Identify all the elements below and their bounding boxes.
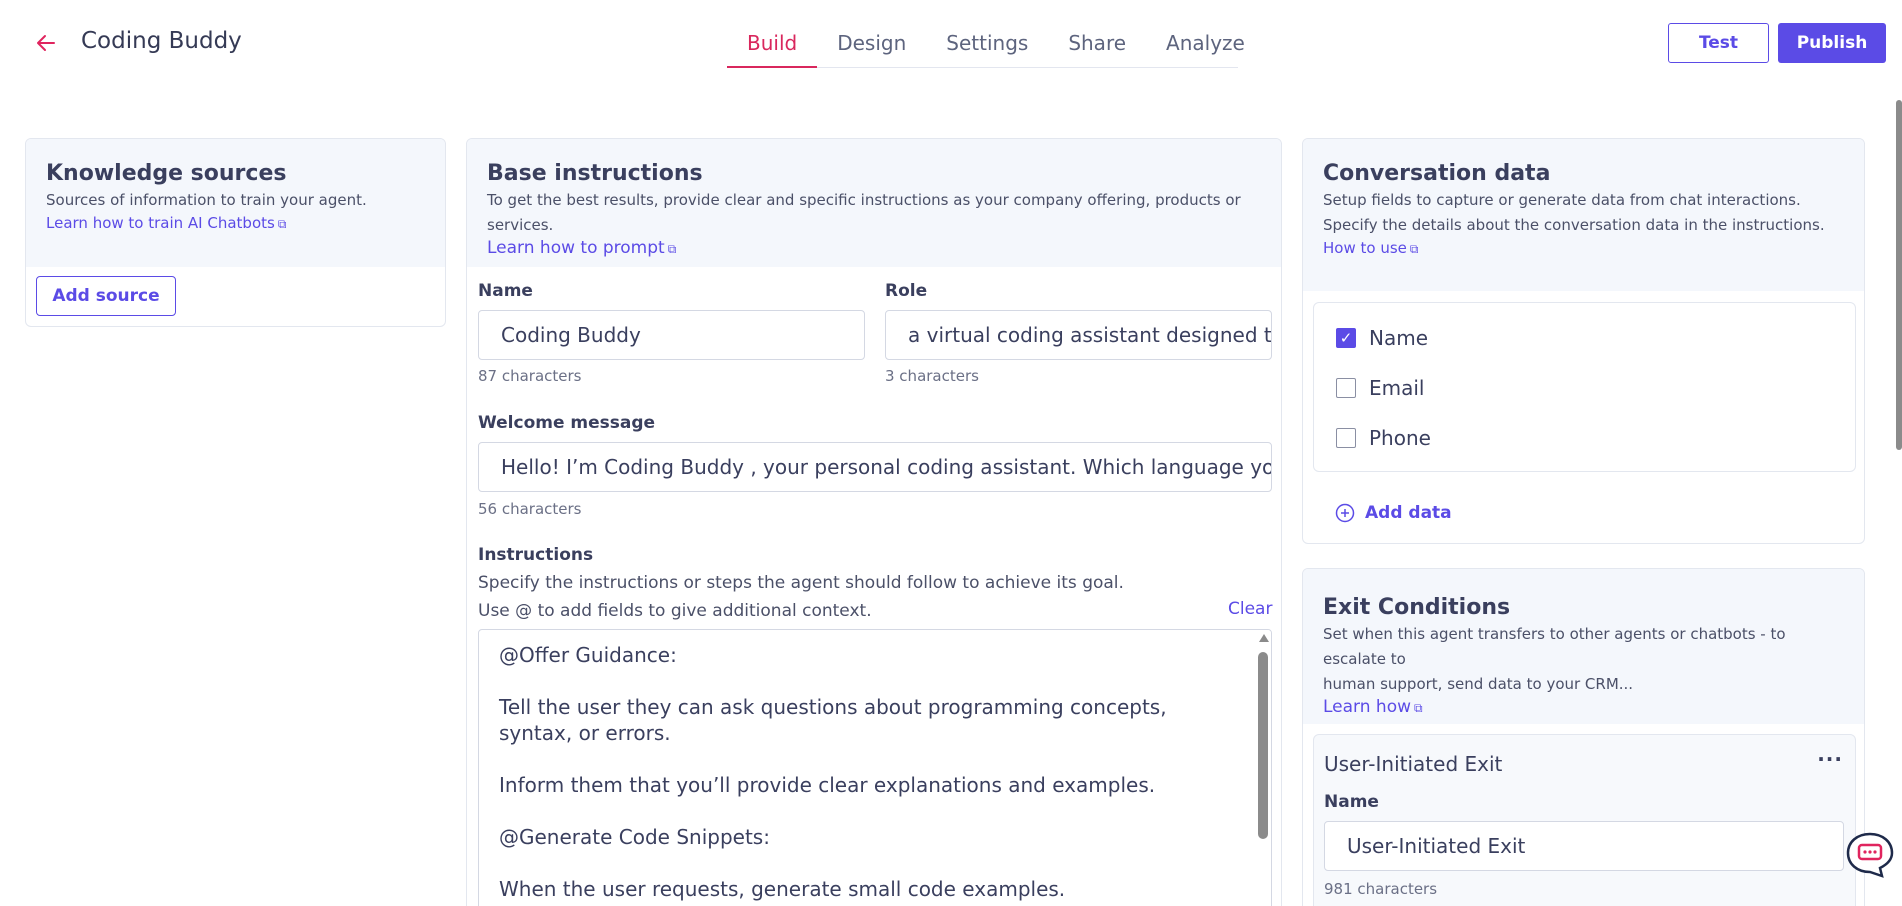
instruction-line: ​ [499,668,1234,694]
plus-circle-icon [1335,503,1355,523]
learn-to-prompt-link[interactable]: Learn how to prompt ⧉ [487,238,676,258]
base-instructions-panel: Base instructions To get the best result… [466,138,1282,906]
instructions-help-1: Specify the instructions or steps the ag… [478,573,1124,593]
test-button[interactable]: Test [1668,23,1769,63]
add-data-button[interactable]: Add data [1335,500,1452,526]
instruction-line: Tell the user they can ask questions abo… [499,695,1173,745]
tab-share[interactable]: Share [1048,22,1146,68]
exit-name-label: Name [1324,792,1379,812]
role-label: Role [885,281,928,301]
conversation-data-subtitle-2: Specify the details about the conversati… [1323,216,1825,234]
base-instructions-subtitle: To get the best results, provide clear a… [487,191,1241,234]
conversation-data-subtitle-1: Setup fields to capture or generate data… [1323,191,1801,209]
exit-conditions-panel: Exit Conditions Set when this agent tran… [1302,568,1865,906]
knowledge-subtitle: Sources of information to train your age… [46,191,367,209]
agent-title: Coding Buddy [81,28,242,54]
add-data-label: Add data [1365,503,1452,523]
external-link-icon: ⧉ [277,217,287,231]
instructions-help-2: Use @ to add fields to give additional c… [478,601,872,621]
instructions-content: @Offer Guidance: ​ Tell the user they ca… [499,642,1234,902]
external-link-icon: ⧉ [1414,701,1423,715]
scroll-up-arrow-icon[interactable] [1259,634,1269,642]
knowledge-sources-panel: Knowledge sources Sources of information… [25,138,446,327]
phone-checkbox[interactable] [1336,428,1356,448]
page-scrollbar[interactable] [1896,100,1902,450]
train-chatbots-link[interactable]: Learn how to train AI Chatbots ⧉ [46,214,286,232]
exit-conditions-subtitle-1: Set when this agent transfers to other a… [1323,625,1786,668]
learn-to-prompt-link-text: Learn how to prompt [487,238,665,258]
arrow-left-icon [37,35,55,51]
field-label-phone: Phone [1369,426,1431,450]
field-label-name: Name [1369,326,1429,350]
train-chatbots-link-text: Learn how to train AI Chatbots [46,214,275,232]
clear-instructions-link[interactable]: Clear [1228,599,1272,619]
role-char-count: 3 characters [885,367,979,385]
instruction-line: ​ [499,798,1234,824]
textarea-scroll-thumb[interactable] [1258,652,1268,839]
instructions-textarea[interactable]: @Offer Guidance: ​ Tell the user they ca… [478,629,1272,906]
instruction-line: @Offer Guidance: [499,643,677,667]
back-arrow-icon[interactable] [34,31,60,55]
welcome-char-count: 56 characters [478,500,582,518]
tab-settings[interactable]: Settings [926,22,1048,68]
role-input[interactable]: a virtual coding assistant designed to [885,310,1272,360]
instruction-line: Inform them that you’ll provide clear ex… [499,773,1156,797]
chat-support-button[interactable] [1844,830,1896,880]
textarea-scrollbar[interactable] [1255,630,1271,906]
exit-card-title: User-Initiated Exit [1324,752,1503,776]
how-to-use-link[interactable]: How to use ⧉ [1323,239,1418,257]
instructions-label: Instructions [478,545,594,565]
add-source-button[interactable]: Add source [36,276,176,316]
exit-learn-how-link[interactable]: Learn how ⧉ [1323,697,1423,717]
name-char-count: 87 characters [478,367,582,385]
name-input[interactable]: Coding Buddy [478,310,865,360]
exit-conditions-subtitle-2: human support, send data to your CRM... [1323,675,1634,693]
conversation-data-title: Conversation data [1323,161,1551,186]
name-label: Name [478,281,533,301]
instruction-line: When the user requests, generate small c… [499,877,1066,901]
instruction-line: ​ [499,746,1234,772]
knowledge-title: Knowledge sources [46,161,287,186]
more-options-icon[interactable]: ··· [1817,747,1843,771]
main-tabs: Build Design Settings Share Analyze [727,22,1245,68]
base-instructions-title: Base instructions [487,161,703,186]
conversation-data-panel: Conversation data Setup fields to captur… [1302,138,1865,544]
exit-conditions-title: Exit Conditions [1323,595,1511,620]
external-link-icon: ⧉ [667,242,677,256]
instruction-line: @Generate Code Snippets: [499,825,770,849]
email-checkbox[interactable] [1336,378,1356,398]
exit-condition-card: User-Initiated Exit ··· Name User-Initia… [1313,734,1856,906]
conversation-fields-list: ✓ Name Email Phone [1313,302,1856,472]
how-to-use-link-text: How to use [1323,239,1407,257]
exit-name-char-count: 981 characters [1324,880,1438,898]
name-checkbox[interactable]: ✓ [1336,328,1356,348]
field-label-email: Email [1369,376,1425,400]
chat-bubble-icon [1846,832,1894,878]
welcome-message-input[interactable]: Hello! I’m Coding Buddy , your personal … [478,442,1272,492]
tab-design[interactable]: Design [817,22,926,68]
exit-name-input[interactable]: User-Initiated Exit [1324,821,1844,871]
tab-build[interactable]: Build [727,22,818,68]
welcome-message-label: Welcome message [478,413,656,433]
exit-learn-how-link-text: Learn how [1323,697,1411,717]
external-link-icon: ⧉ [1409,242,1419,256]
publish-button[interactable]: Publish [1778,23,1886,63]
instruction-line: ​ [499,850,1234,876]
tab-analyze[interactable]: Analyze [1146,22,1265,68]
